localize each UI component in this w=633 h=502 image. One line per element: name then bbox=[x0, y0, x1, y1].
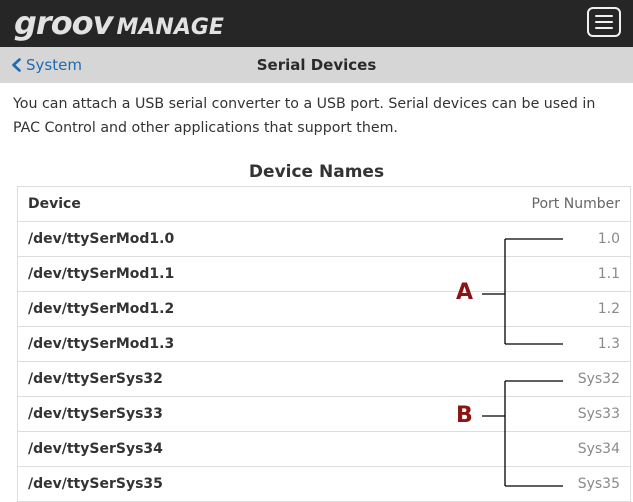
port-number-cell: 1.3 bbox=[417, 326, 631, 362]
hamburger-menu-icon bbox=[595, 15, 613, 17]
column-header-device: Device bbox=[17, 186, 418, 222]
device-name-cell: /dev/ttySerMod1.3 bbox=[17, 326, 418, 362]
column-header-port-number: Port Number bbox=[417, 186, 631, 222]
device-name-cell: /dev/ttySerSys35 bbox=[17, 466, 418, 502]
logo-groov-text: groov bbox=[14, 4, 114, 42]
back-link-label: System bbox=[26, 56, 82, 74]
groov-manage-logo: groov MANAGE bbox=[14, 7, 224, 44]
port-number-cell: Sys33 bbox=[417, 396, 631, 432]
port-number-cell: Sys32 bbox=[417, 361, 631, 397]
device-names-table: Device Port Number /dev/ttySerMod1.0 1.0… bbox=[17, 186, 631, 502]
device-name-cell: /dev/ttySerMod1.1 bbox=[17, 256, 418, 292]
callout-label-b: B bbox=[456, 403, 473, 428]
device-name-cell: /dev/ttySerMod1.2 bbox=[17, 291, 418, 327]
port-number-cell: 1.0 bbox=[417, 221, 631, 257]
hamburger-menu-button[interactable] bbox=[587, 7, 621, 37]
table-row: /dev/ttySerMod1.2 1.2 bbox=[17, 291, 631, 327]
hamburger-menu-icon-bar-3 bbox=[595, 27, 613, 29]
device-name-cell: /dev/ttySerMod1.0 bbox=[17, 221, 418, 257]
chevron-left-icon bbox=[12, 58, 21, 72]
table-header-row: Device Port Number bbox=[17, 186, 631, 222]
port-number-cell: Sys34 bbox=[417, 431, 631, 467]
table-row: /dev/ttySerMod1.3 1.3 bbox=[17, 326, 631, 362]
table-row: /dev/ttySerSys34 Sys34 bbox=[17, 431, 631, 467]
intro-text: You can attach a USB serial converter to… bbox=[13, 96, 596, 136]
logo-manage-text: MANAGE bbox=[116, 15, 224, 40]
table-row: /dev/ttySerSys35 Sys35 bbox=[17, 466, 631, 502]
device-name-cell: /dev/ttySerSys32 bbox=[17, 361, 418, 397]
table-row: /dev/ttySerMod1.0 1.0 bbox=[17, 221, 631, 257]
page-title: Serial Devices bbox=[256, 56, 377, 74]
back-to-system-link[interactable]: System bbox=[10, 55, 82, 75]
hamburger-menu-icon-bar-2 bbox=[595, 21, 613, 23]
port-number-cell: 1.2 bbox=[417, 291, 631, 327]
port-number-cell: Sys35 bbox=[417, 466, 631, 502]
section-title-device-names: Device Names bbox=[248, 162, 385, 182]
table-row: /dev/ttySerMod1.1 1.1 bbox=[17, 256, 631, 292]
table-row: /dev/ttySerSys33 Sys33 bbox=[17, 396, 631, 432]
navigation-bar: Serial Devices System bbox=[0, 47, 633, 83]
callout-label-a: A bbox=[456, 280, 474, 305]
device-name-cell: /dev/ttySerSys33 bbox=[17, 396, 418, 432]
port-number-cell: 1.1 bbox=[417, 256, 631, 292]
device-name-cell: /dev/ttySerSys34 bbox=[17, 431, 418, 467]
table-row: /dev/ttySerSys32 Sys32 bbox=[17, 361, 631, 397]
app-header: groov MANAGE bbox=[0, 0, 633, 47]
